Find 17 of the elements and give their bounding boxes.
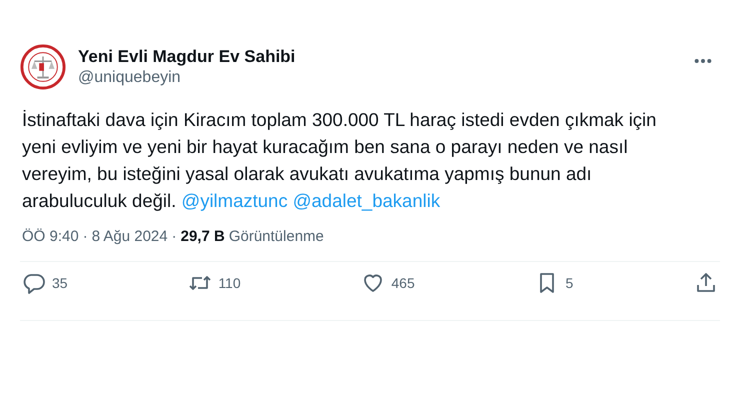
- action-count: 35: [52, 275, 68, 291]
- reply-icon[interactable]: [22, 271, 46, 295]
- more-icon[interactable]: [694, 58, 712, 64]
- action-count: 110: [218, 275, 241, 291]
- view-count: 29,7 B: [180, 228, 225, 245]
- tweet-text: İstinaftaki dava için Kiracım toplam 300.000 TL haraç istedi evden çıkmak için yeni evliyim ve yeni bir hayat kuracağım ben sana o parayı neden ve nasıl vereyim, bu isteğini yasal olarak avukatı avukatıma yapmış bunun adı arabuluculuk değil. @yilmaztunc @adalet_bakanlik: [22, 108, 658, 213]
- avatar-icon[interactable]: [20, 44, 66, 90]
- separator-dot: ·: [82, 228, 88, 245]
- author-name[interactable]: Yeni Evli Magdur Ev Sahibi: [78, 46, 694, 68]
- action-count: 465: [391, 275, 415, 291]
- action-count: 5: [565, 275, 574, 291]
- views-label: Görüntülenme: [228, 228, 324, 245]
- separator-dot: ·: [172, 228, 177, 245]
- author-handle[interactable]: @uniquebeyin: [78, 68, 694, 88]
- share-icon[interactable]: [694, 271, 718, 295]
- post-date[interactable]: 8 Ağu 2024: [92, 228, 168, 245]
- post-time[interactable]: ÖÖ 9:40: [22, 228, 79, 245]
